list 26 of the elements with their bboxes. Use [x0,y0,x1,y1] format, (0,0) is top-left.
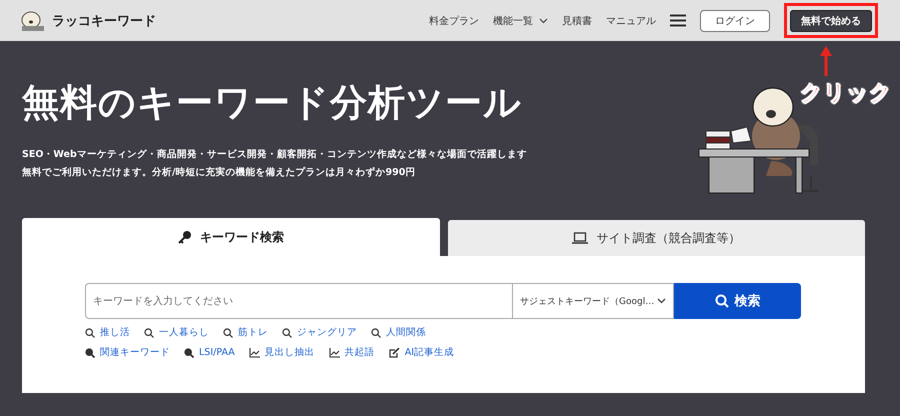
keyword-link[interactable]: 共起語 [344,346,375,359]
nav-link[interactable]: 見積書 [562,14,592,28]
keyword-input[interactable]: キーワードを入力してください [85,283,512,319]
nav-link[interactable]: 料金プラン [429,14,479,28]
hero-description: 無料でご利用いただけます。分析/時短に充実の機能を備えたプランは月々わずか990円 [22,167,416,179]
tab[interactable]: サイト調査（競合調査等） [448,220,865,256]
keyword-link[interactable]: 関連キーワード [100,346,170,359]
keyword-link[interactable]: 見出し抽出 [264,346,315,359]
hero-description: SEO・Webマーケティング・商品開発・サービス開発・顧客開拓・コンテンツ作成など様々な場面で活躍します [22,149,527,161]
annotation-text: クリック [800,80,892,108]
keyword-link[interactable]: 筋トレ [238,326,268,339]
tab[interactable]: キーワード検索 [22,218,440,256]
keyword-link[interactable]: LSI/PAA [199,347,235,358]
logo-text[interactable]: ラッコキーワード [52,12,156,30]
search-button[interactable]: 検索 [674,283,801,319]
keyword-link[interactable]: 推し活 [100,326,130,339]
hero-title: 無料のキーワード分析ツール [22,81,523,125]
start-free-button[interactable]: 無料で始める [790,10,872,32]
keyword-link[interactable]: AI記事生成 [404,346,454,359]
keyword-link[interactable]: ジャングリア [297,326,357,339]
login-button[interactable]: ログイン [700,10,770,32]
nav-link[interactable]: マニュアル [606,14,656,28]
search-mode-select[interactable]: サジェストキーワード（Googl… [512,283,674,319]
keyword-link[interactable]: 人間関係 [386,326,426,339]
keyword-link[interactable]: 一人暮らし [159,326,209,339]
nav-link[interactable]: 機能一覧 [493,14,548,28]
